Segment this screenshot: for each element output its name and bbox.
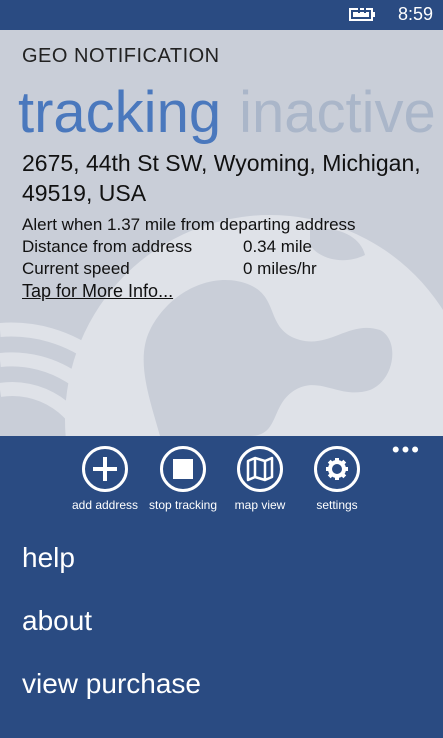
add-icon (82, 446, 128, 492)
menu-item-view-purchase[interactable]: view purchase (22, 668, 201, 700)
speed-label: Current speed (22, 259, 130, 278)
gear-icon (314, 446, 360, 492)
distance-label: Distance from address (22, 237, 193, 256)
alert-distance-text: Alert when 1.37 mile from departing addr… (22, 215, 356, 234)
app-title: GEO NOTIFICATION (22, 45, 220, 67)
stop-icon (160, 446, 206, 492)
pivot-header: tracking inactive (18, 78, 436, 148)
settings-button[interactable]: settings (291, 446, 383, 512)
app-bar: ••• add address stop tracking map view s… (0, 436, 443, 522)
clock: 8:59 (397, 4, 433, 24)
speed-value: 0 miles/hr (243, 259, 317, 278)
tracked-address: 2675, 44th St SW, Wyoming, Michigan, 495… (22, 150, 421, 206)
more-options-icon[interactable]: ••• (392, 439, 421, 461)
menu-item-help[interactable]: help (22, 542, 75, 574)
map-icon (237, 446, 283, 492)
pivot-tab-inactive[interactable]: inactive (239, 80, 436, 145)
stop-tracking-label: stop tracking (149, 498, 217, 512)
status-bar: 8:59 (0, 0, 443, 30)
distance-value: 0.34 mile (243, 237, 312, 256)
distance-row: Distance from address 0.34 mile (22, 236, 422, 258)
settings-label: settings (316, 498, 358, 512)
pivot-tab-tracking[interactable]: tracking (18, 80, 221, 145)
main-panel: GEO NOTIFICATION tracking inactive 2675, … (0, 30, 443, 436)
battery-charging-icon (349, 7, 375, 21)
menu-item-about[interactable]: about (22, 605, 92, 637)
more-info-link[interactable]: Tap for More Info... (22, 281, 173, 302)
speed-row: Current speed 0 miles/hr (22, 258, 422, 280)
